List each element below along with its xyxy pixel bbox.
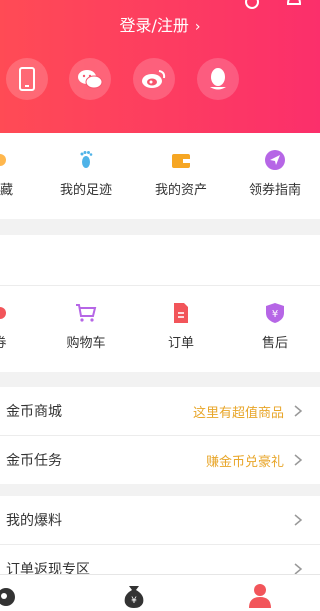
cart-icon bbox=[76, 304, 97, 322]
menu-cart[interactable]: 购物车 bbox=[46, 286, 126, 351]
menu-label: 我的足迹 bbox=[59, 183, 112, 198]
menu-coupon-guide[interactable]: 领券指南 bbox=[235, 133, 315, 198]
menu-label: 订单 bbox=[167, 336, 194, 351]
row-title: 金币任务 bbox=[6, 453, 62, 469]
phone-icon bbox=[19, 67, 35, 91]
menu-footprint[interactable]: 我的足迹 bbox=[46, 133, 126, 198]
row-title: 我的爆料 bbox=[6, 513, 62, 529]
row-my-tips[interactable]: 我的爆料 bbox=[0, 496, 320, 544]
row-coin-tasks[interactable]: 金币任务 赚金币兑豪礼 bbox=[0, 436, 320, 484]
profile-tab-icon[interactable] bbox=[246, 581, 274, 609]
menu-assets[interactable]: 我的资产 bbox=[141, 133, 221, 198]
order-icon bbox=[174, 303, 188, 323]
profile-header: 登录/注册 › bbox=[0, 0, 320, 133]
login-register-link[interactable]: 登录/注册 › bbox=[0, 12, 320, 36]
menu-label: 领券指南 bbox=[248, 183, 301, 198]
send-icon bbox=[265, 150, 285, 170]
weibo-login-button[interactable] bbox=[133, 58, 175, 100]
menu-orders[interactable]: 订单 bbox=[141, 286, 221, 351]
row-hint: 这里有超值商品 bbox=[192, 406, 284, 421]
money-bag-tab-icon[interactable]: ¥ bbox=[120, 581, 148, 609]
svg-text:¥: ¥ bbox=[272, 309, 278, 320]
menu-favorites[interactable]: 收藏 bbox=[0, 133, 40, 198]
home-tab-icon[interactable] bbox=[0, 581, 22, 609]
menu-label: 售后 bbox=[261, 336, 288, 351]
menu-coupons[interactable]: 券 bbox=[0, 286, 40, 351]
row-hint: 赚金币兑豪礼 bbox=[205, 455, 284, 470]
row-coin-mall[interactable]: 金币商城 这里有超值商品 bbox=[0, 387, 320, 435]
menu-label: 我的资产 bbox=[154, 183, 207, 198]
bottom-tab-bar: ¥ bbox=[0, 574, 320, 611]
phone-login-button[interactable] bbox=[6, 58, 48, 100]
after-sale-icon: ¥ bbox=[266, 303, 284, 323]
chevron-right-icon bbox=[294, 405, 303, 417]
bell-icon[interactable] bbox=[284, 0, 304, 12]
menu-label: 券 bbox=[0, 332, 40, 351]
qq-login-button[interactable] bbox=[197, 58, 239, 100]
chevron-right-icon bbox=[294, 514, 303, 526]
row-title: 金币商城 bbox=[6, 404, 62, 420]
chevron-right-icon: › bbox=[194, 19, 201, 35]
quick-menu: 收藏 我的足迹 我的资产 领券指南 bbox=[0, 133, 320, 219]
star-icon bbox=[0, 154, 6, 166]
menu-label: 收藏 bbox=[0, 183, 13, 198]
blank-card bbox=[0, 235, 320, 285]
qq-icon bbox=[210, 68, 226, 90]
login-label: 登录/注册 bbox=[119, 16, 189, 35]
chevron-right-icon bbox=[294, 454, 303, 466]
order-menu: 券 购物车 订单 ¥ 售后 bbox=[0, 286, 320, 372]
wechat-login-button[interactable] bbox=[69, 58, 111, 100]
footprint-icon bbox=[80, 151, 93, 168]
wallet-icon bbox=[172, 154, 190, 168]
menu-label: 购物车 bbox=[66, 336, 106, 351]
menu-after-sale[interactable]: ¥ 售后 bbox=[235, 286, 315, 351]
svg-text:¥: ¥ bbox=[131, 596, 137, 606]
wechat-icon bbox=[78, 70, 103, 89]
coupon-icon bbox=[0, 307, 6, 319]
settings-icon[interactable] bbox=[242, 0, 262, 12]
weibo-icon bbox=[142, 70, 166, 88]
